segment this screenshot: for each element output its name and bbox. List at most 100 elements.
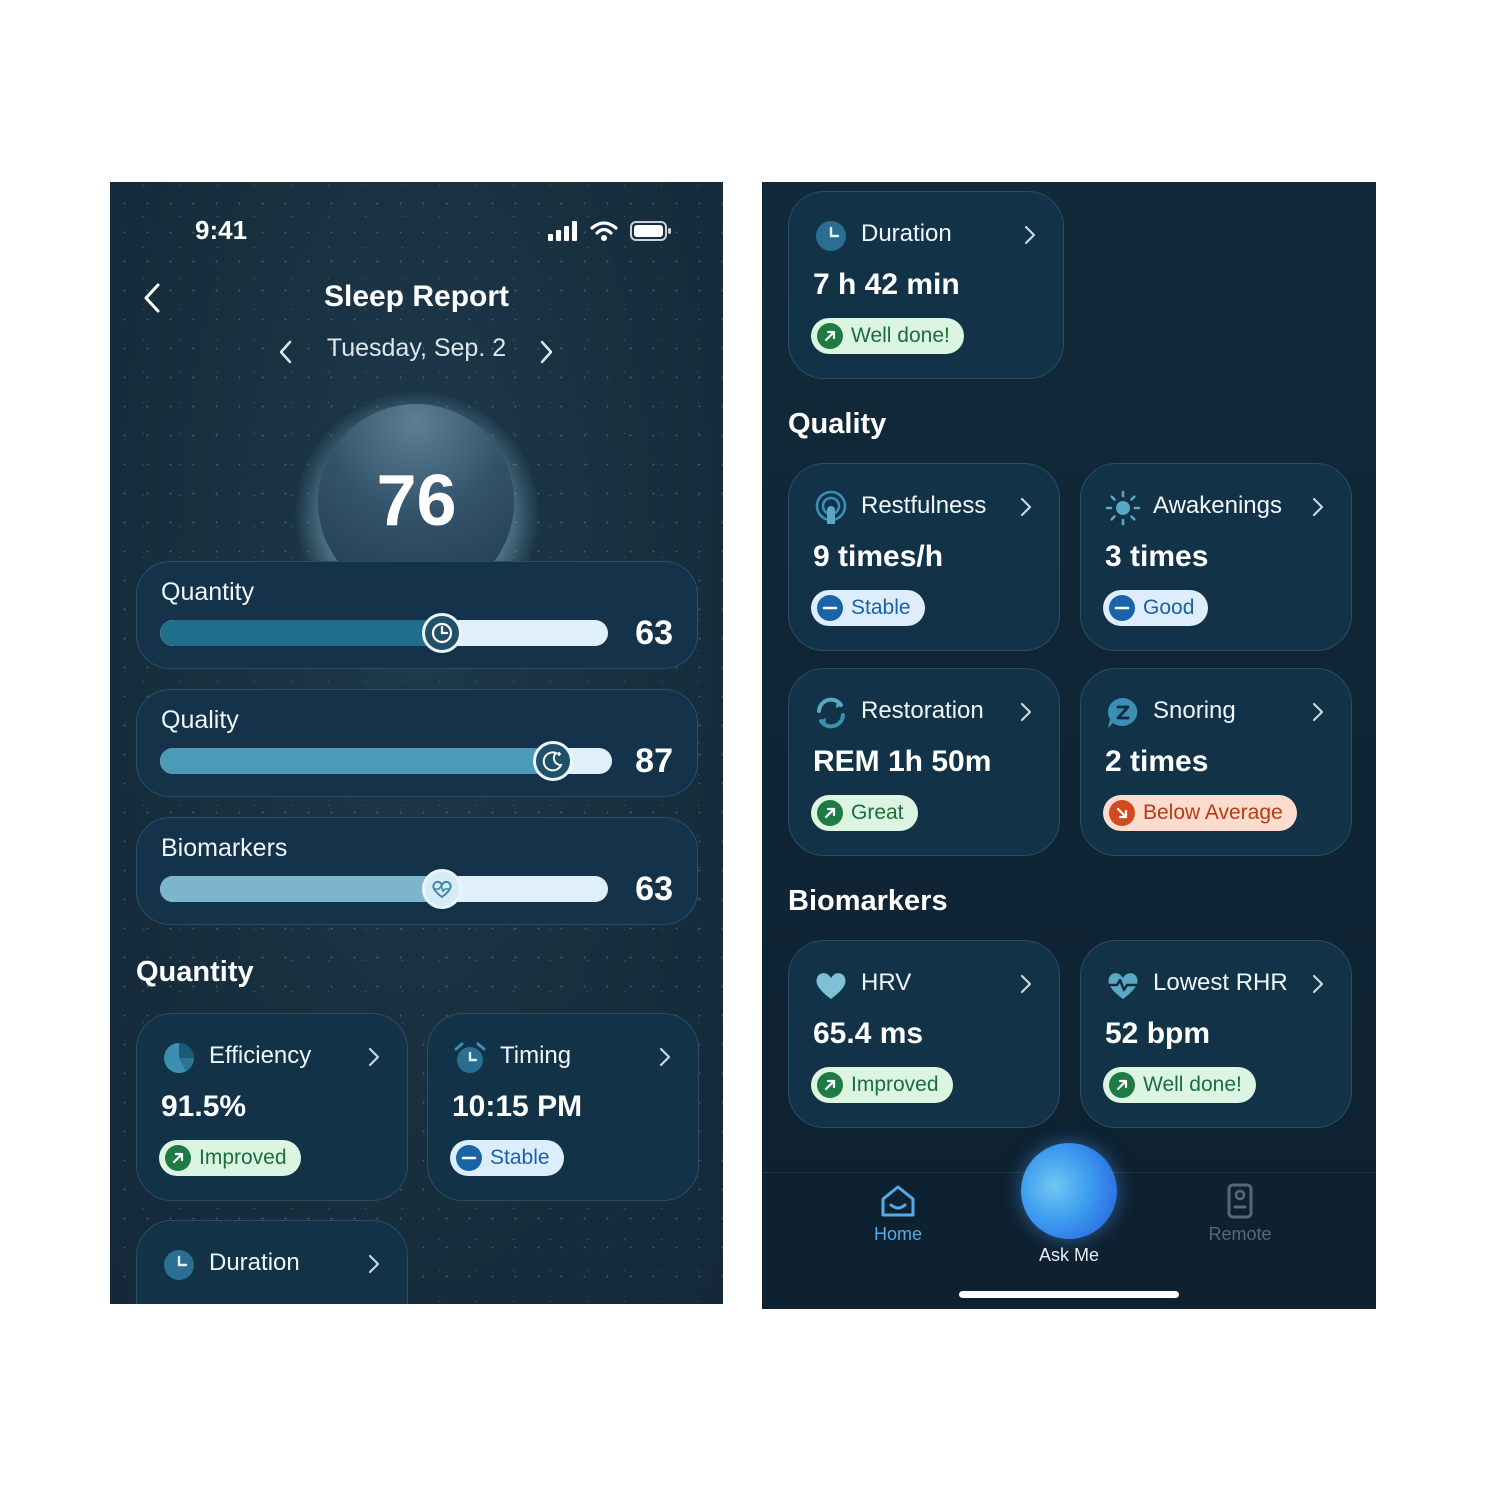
tile-value: 10:15 PM (452, 1090, 583, 1123)
report-date: Tuesday, Sep. 2 (326, 334, 507, 362)
trend-up-icon (817, 800, 843, 826)
status-badge: Below Average (1103, 795, 1297, 831)
status-badge: Stable (450, 1140, 564, 1176)
ask-me-label: Ask Me (1038, 1245, 1099, 1265)
chevron-right-icon[interactable] (1019, 701, 1033, 723)
metric-value: 63 (635, 614, 673, 652)
trend-up-icon (1109, 1072, 1135, 1098)
hrv-tile[interactable]: HRV 65.4 ms Improved (788, 940, 1060, 1128)
clock-icon (422, 613, 463, 653)
minus-icon (817, 595, 843, 621)
tile-title: Snoring (1153, 697, 1236, 724)
duration-tile[interactable]: Duration 7 h 42 min Well done! (788, 191, 1064, 379)
chevron-right-icon[interactable] (1023, 224, 1037, 246)
status-badge: Improved (811, 1067, 953, 1103)
tile-title: Lowest RHR (1153, 969, 1288, 996)
tile-title: Restoration (861, 697, 984, 724)
metric-value: 63 (635, 870, 673, 908)
tile-value: 65.4 ms (813, 1017, 924, 1050)
tab-remote[interactable]: Remote (1200, 1183, 1280, 1245)
trend-down-icon (1109, 800, 1135, 826)
sleep-score: 76 (376, 461, 457, 541)
sun-icon (1105, 490, 1141, 526)
next-date-chevron-icon[interactable] (536, 338, 556, 366)
timing-tile[interactable]: Timing 10:15 PM Stable (427, 1013, 699, 1201)
tab-remote-label: Remote (1208, 1224, 1272, 1244)
badge-label: Improved (851, 1073, 939, 1096)
heart-pulse-icon (422, 869, 463, 909)
tile-title: Timing (500, 1042, 572, 1069)
clock-icon (816, 221, 846, 251)
status-badge: Stable (811, 590, 925, 626)
badge-label: Good (1143, 596, 1195, 619)
badge-label: Below Average (1143, 801, 1283, 824)
status-icons (548, 220, 672, 242)
snoring-tile[interactable]: Snoring 2 times Below Average (1080, 668, 1352, 856)
tile-title: Restfulness (861, 492, 987, 519)
biomarkers-metric-card[interactable]: Biomarkers 63 (136, 817, 698, 925)
trend-up-icon (165, 1145, 191, 1171)
chevron-right-icon[interactable] (367, 1046, 381, 1068)
tile-title: Duration (861, 220, 952, 247)
chevron-right-icon[interactable] (658, 1046, 672, 1068)
chevron-right-icon[interactable] (1311, 496, 1325, 518)
trend-up-icon (817, 1072, 843, 1098)
tab-home[interactable]: Home (858, 1183, 938, 1245)
page-title: Sleep Report (323, 280, 510, 313)
heart-pulse-icon (1108, 973, 1138, 999)
tile-value: 7 h 42 min (813, 268, 960, 301)
efficiency-tile[interactable]: Efficiency 91.5% Improved (136, 1013, 408, 1201)
restfulness-tile[interactable]: Restfulness 9 times/h Stable (788, 463, 1060, 651)
trend-up-icon (817, 323, 843, 349)
chevron-right-icon[interactable] (1019, 973, 1033, 995)
section-heading-quality: Quality (788, 408, 887, 440)
signal-head-icon (815, 490, 847, 524)
status-badge: Improved (159, 1140, 301, 1176)
clock-icon (164, 1250, 194, 1280)
pie-chart-icon (164, 1043, 194, 1073)
chevron-right-icon[interactable] (367, 1253, 381, 1275)
tile-title: Efficiency (209, 1042, 312, 1069)
progress-fill (160, 876, 443, 902)
badge-label: Great (851, 801, 904, 824)
tile-value: 2 times (1105, 745, 1209, 778)
progress-track (160, 620, 608, 646)
cellular-signal-icon (548, 221, 577, 241)
battery-icon (630, 221, 671, 241)
ask-me-button[interactable] (1021, 1143, 1117, 1239)
refresh-icon (817, 697, 845, 729)
badge-label: Stable (490, 1146, 550, 1169)
tile-title: Duration (209, 1249, 300, 1276)
progress-track (160, 876, 608, 902)
awakenings-tile[interactable]: Awakenings 3 times Good (1080, 463, 1352, 651)
moon-icon (533, 741, 574, 781)
restoration-tile[interactable]: Restoration REM 1h 50m Great (788, 668, 1060, 856)
badge-label: Improved (199, 1146, 287, 1169)
lowest-rhr-tile[interactable]: Lowest RHR 52 bpm Well done! (1080, 940, 1352, 1128)
chevron-right-icon[interactable] (1311, 701, 1325, 723)
tile-title: HRV (861, 969, 912, 996)
quantity-metric-card[interactable]: Quantity 63 (136, 561, 698, 669)
quality-metric-card[interactable]: Quality 87 (136, 689, 698, 797)
tile-value: 9 times/h (813, 540, 944, 573)
status-badge: Great (811, 795, 918, 831)
tile-value: 3 times (1105, 540, 1209, 573)
status-badge: Well done! (1103, 1067, 1256, 1103)
progress-fill (160, 748, 554, 774)
duration-tile[interactable]: Duration (136, 1220, 408, 1304)
badge-label: Stable (851, 596, 911, 619)
minus-icon (1109, 595, 1135, 621)
home-icon (881, 1185, 915, 1217)
alarm-clock-icon (454, 1042, 486, 1073)
metric-label: Biomarkers (161, 834, 288, 862)
snore-bubble-icon (1107, 698, 1138, 728)
tile-value: 52 bpm (1105, 1017, 1211, 1050)
chevron-right-icon[interactable] (1019, 496, 1033, 518)
chevron-right-icon[interactable] (1311, 973, 1325, 995)
minus-icon (456, 1145, 482, 1171)
sleep-report-screen: 9:41 Sleep Report Tuesday, Sep. 2 76 Qua… (110, 182, 723, 1304)
remote-icon (1227, 1183, 1253, 1219)
wifi-icon (590, 221, 618, 241)
heart-icon (816, 973, 846, 999)
tab-home-label: Home (873, 1224, 922, 1244)
